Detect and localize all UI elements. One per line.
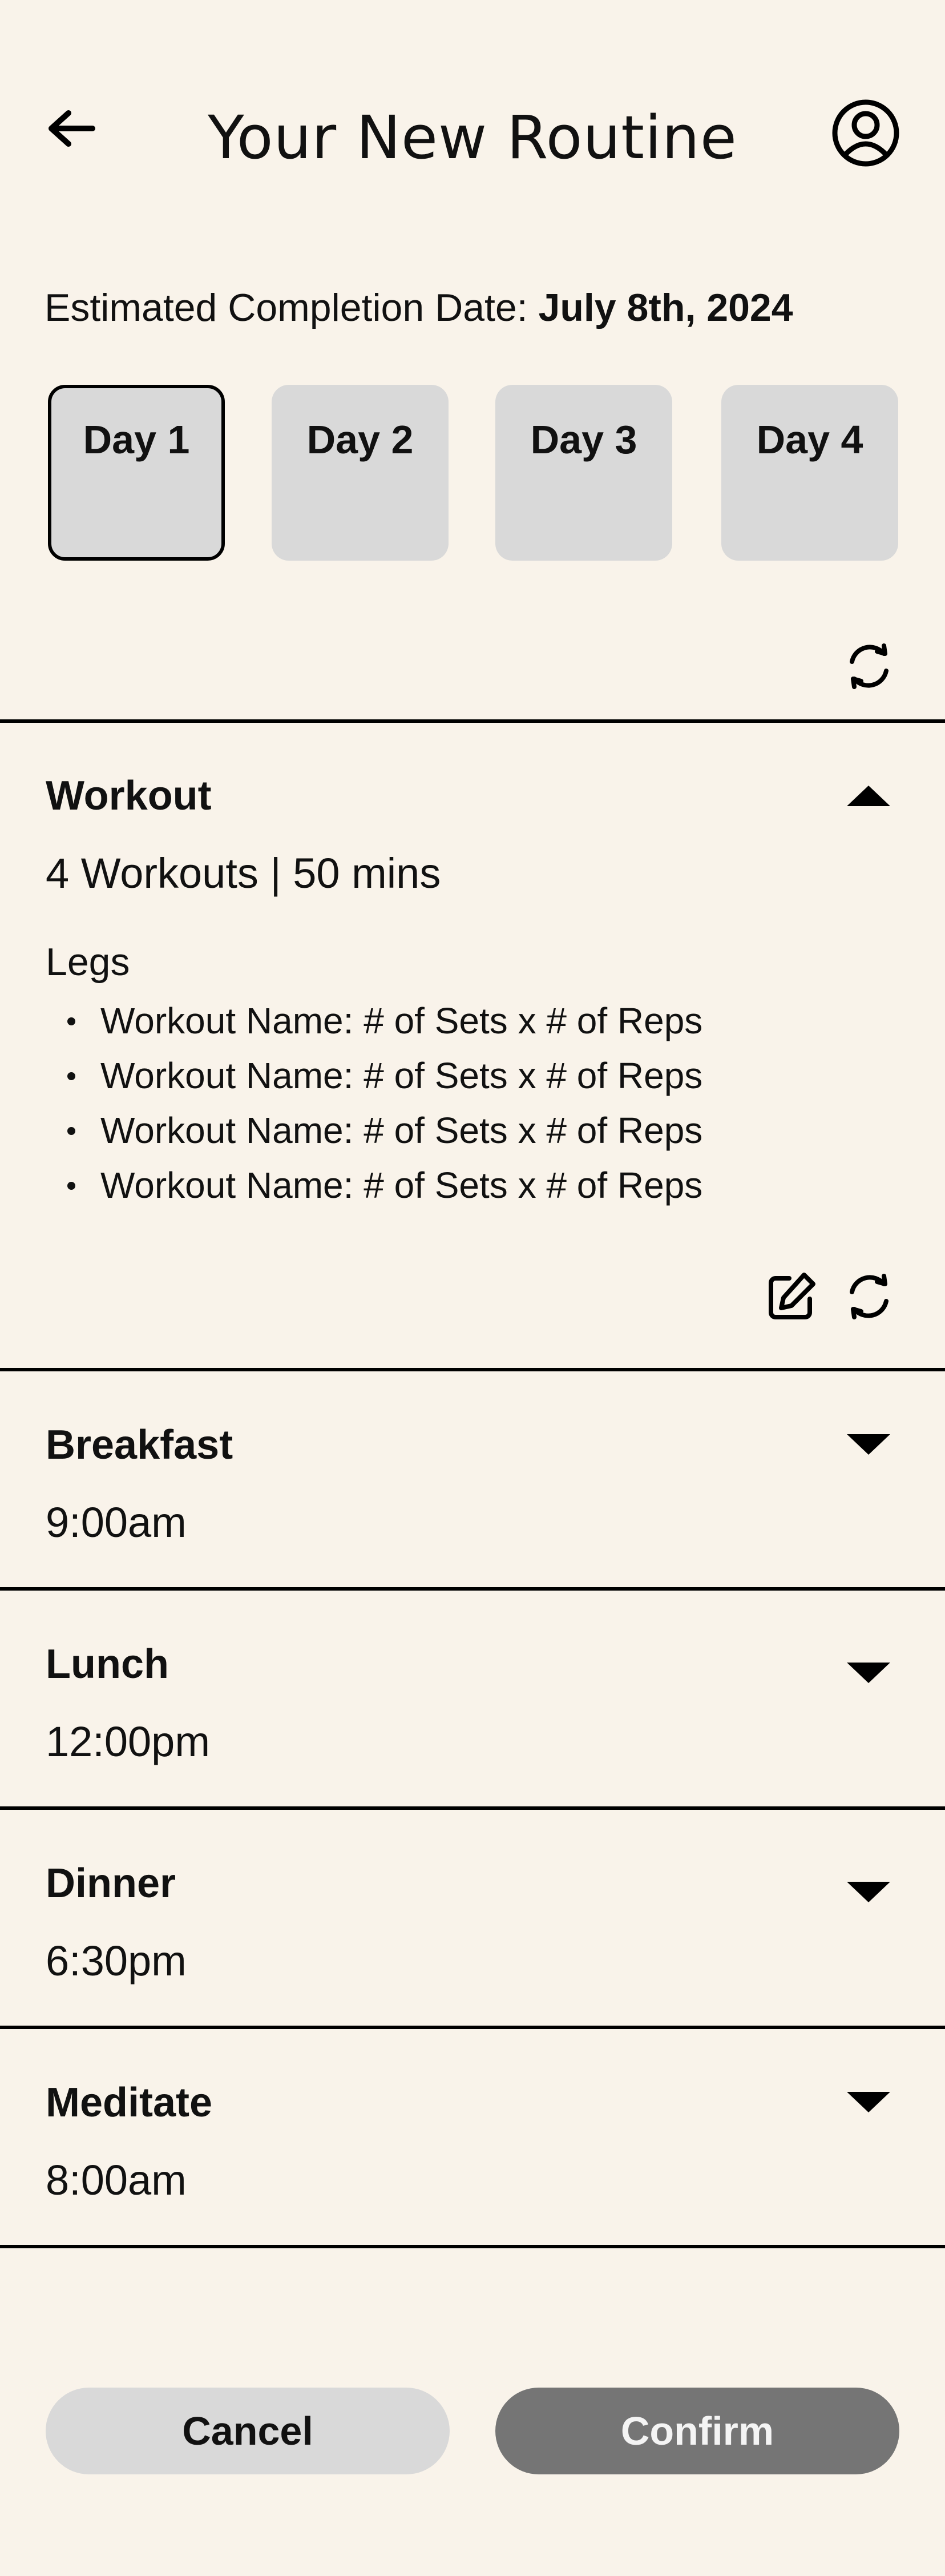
completion-date-text: Estimated Completion Date: July 8th, 202… xyxy=(45,285,793,330)
tab-label: Day 4 xyxy=(756,417,863,462)
divider xyxy=(0,1368,945,1371)
regenerate-workout-button[interactable] xyxy=(838,1265,900,1328)
regenerate-routine-button[interactable] xyxy=(838,635,900,698)
tab-label: Day 2 xyxy=(306,417,414,462)
expand-meditate-caret-icon[interactable] xyxy=(847,2092,890,2112)
tab-day-2[interactable]: Day 2 xyxy=(272,385,449,561)
breakfast-time: 9:00am xyxy=(46,1499,187,1546)
refresh-icon xyxy=(850,1274,889,1319)
tab-day-1[interactable]: Day 1 xyxy=(48,385,225,561)
expand-breakfast-caret-icon[interactable] xyxy=(847,1434,890,1455)
refresh-icon xyxy=(850,643,889,689)
workout-list: Workout Name: # of Sets x # of Reps Work… xyxy=(63,993,702,1213)
bullet xyxy=(67,1127,75,1135)
page-title: Your New Routine xyxy=(208,103,737,172)
tab-label: Day 3 xyxy=(530,417,637,462)
divider xyxy=(0,719,945,723)
divider xyxy=(0,2026,945,2029)
lunch-time: 12:00pm xyxy=(46,1718,210,1765)
workout-item-text: Workout Name: # of Sets x # of Reps xyxy=(100,1110,703,1151)
workout-group-label: Legs xyxy=(46,940,130,984)
dinner-title: Dinner xyxy=(46,1861,176,1906)
divider xyxy=(0,1806,945,1810)
tab-day-3[interactable]: Day 3 xyxy=(495,385,672,561)
confirm-button[interactable]: Confirm xyxy=(495,2388,899,2474)
list-item: Workout Name: # of Sets x # of Reps xyxy=(63,1158,702,1213)
collapse-workout-caret-icon[interactable] xyxy=(847,786,890,806)
tab-day-4[interactable]: Day 4 xyxy=(721,385,898,561)
completion-label: Estimated Completion Date: xyxy=(45,286,528,329)
list-item: Workout Name: # of Sets x # of Reps xyxy=(63,1103,702,1158)
workout-summary: 4 Workouts | 50 mins xyxy=(46,850,441,897)
workout-item-text: Workout Name: # of Sets x # of Reps xyxy=(100,1165,703,1206)
divider xyxy=(0,2245,945,2248)
dinner-time: 6:30pm xyxy=(46,1937,187,1985)
list-item: Workout Name: # of Sets x # of Reps xyxy=(63,1048,702,1103)
workout-item-text: Workout Name: # of Sets x # of Reps xyxy=(100,1055,703,1096)
edit-workout-button[interactable] xyxy=(760,1265,823,1328)
bullet xyxy=(67,1017,75,1025)
lunch-title: Lunch xyxy=(46,1641,169,1687)
pencil-edit-icon xyxy=(769,1273,815,1319)
workout-title: Workout xyxy=(46,773,212,819)
completion-date: July 8th, 2024 xyxy=(538,286,793,329)
list-item: Workout Name: # of Sets x # of Reps xyxy=(63,993,702,1048)
bullet xyxy=(67,1182,75,1190)
expand-dinner-caret-icon[interactable] xyxy=(847,1882,890,1902)
meditate-title: Meditate xyxy=(46,2080,213,2126)
meditate-time: 8:00am xyxy=(46,2156,187,2204)
tab-label: Day 1 xyxy=(83,417,190,462)
cancel-button[interactable]: Cancel xyxy=(46,2388,450,2474)
breakfast-title: Breakfast xyxy=(46,1422,233,1468)
expand-lunch-caret-icon[interactable] xyxy=(847,1663,890,1683)
divider xyxy=(0,1587,945,1591)
bullet xyxy=(67,1072,75,1080)
workout-item-text: Workout Name: # of Sets x # of Reps xyxy=(100,1000,703,1041)
user-circle-icon xyxy=(832,99,899,167)
profile-button[interactable] xyxy=(829,96,903,170)
